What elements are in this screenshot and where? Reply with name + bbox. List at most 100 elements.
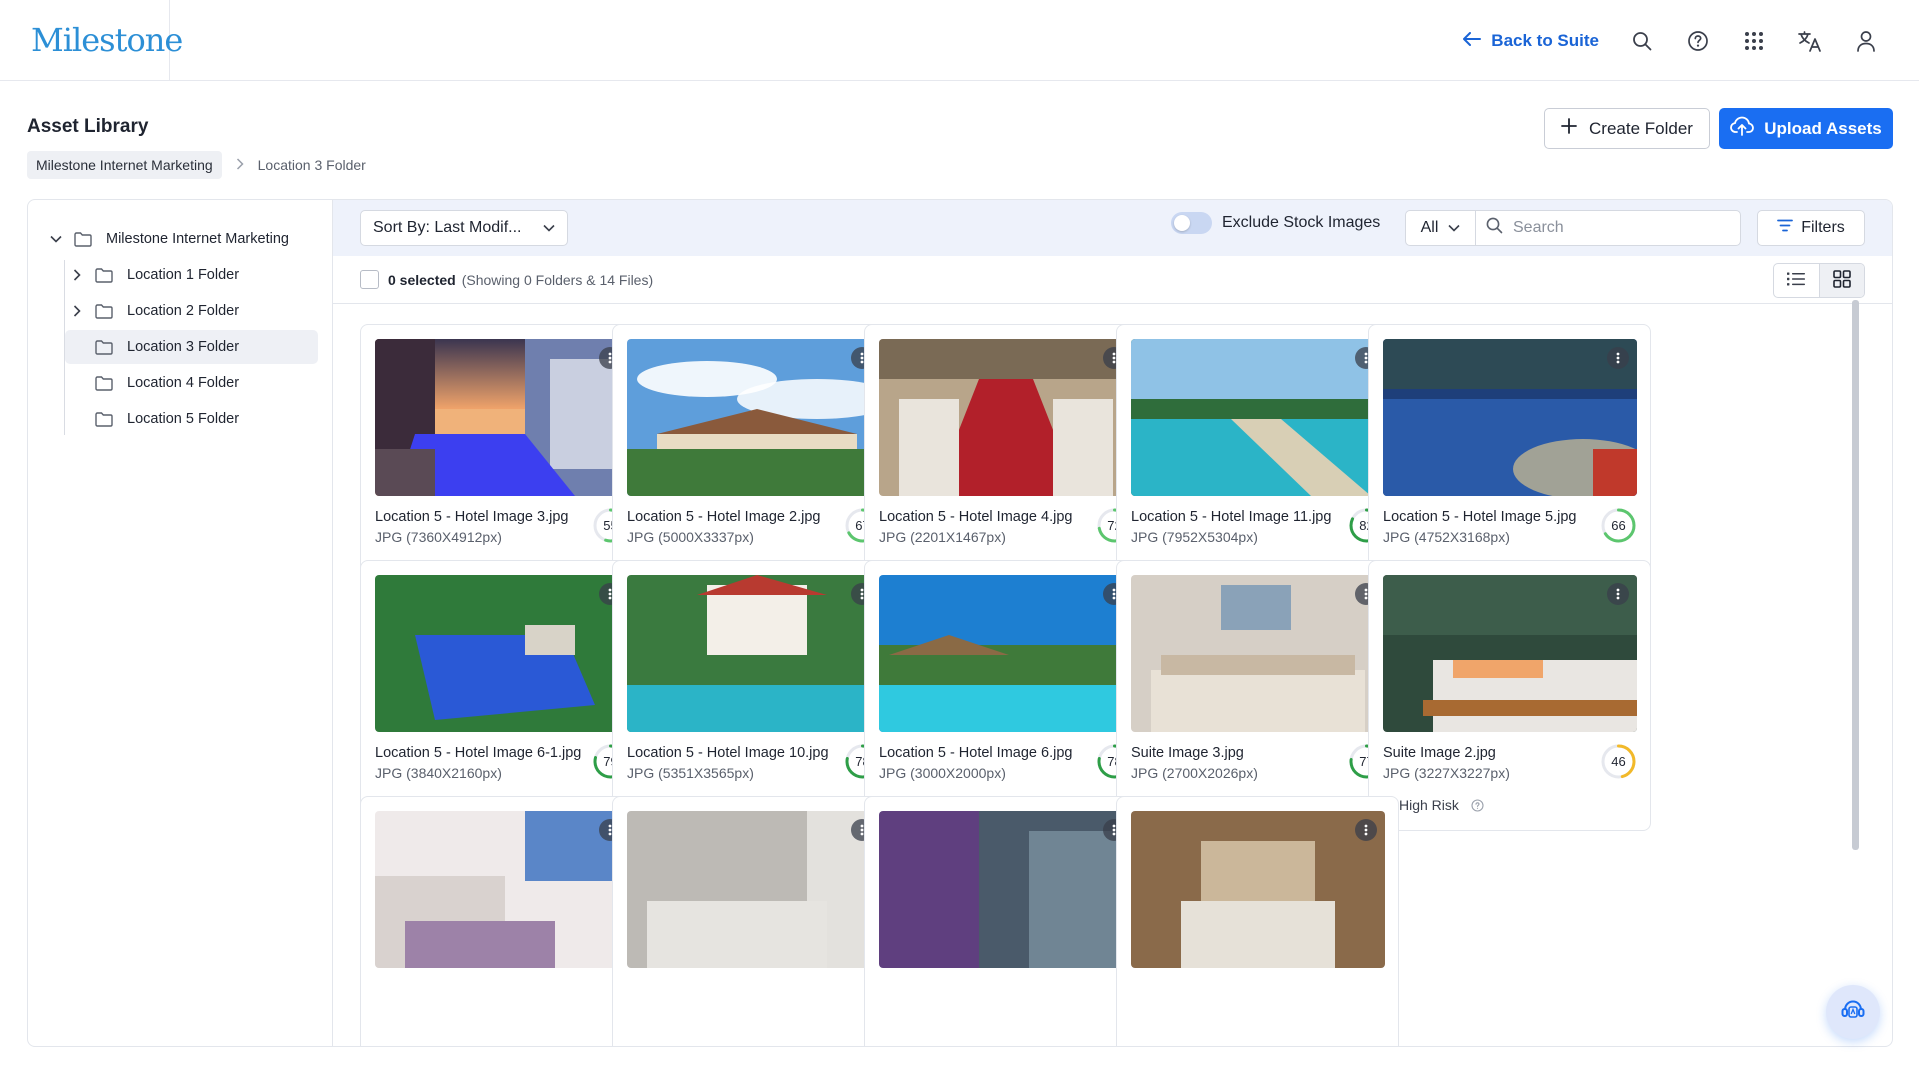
asset-card[interactable]: Suite Image 3.jpgJPG (2700X2026px)77Safe (1116, 560, 1399, 831)
asset-thumbnail[interactable] (627, 339, 881, 496)
asset-thumbnail[interactable] (627, 575, 881, 732)
grid-view-button[interactable] (1818, 264, 1864, 297)
chat-assistant-button[interactable] (1826, 985, 1880, 1039)
asset-meta: JPG (4752X3168px) (1383, 529, 1510, 545)
asset-library-panel: Milestone Internet Marketing Location 1 … (27, 199, 1893, 1047)
list-view-icon (1787, 272, 1806, 289)
asset-card[interactable] (612, 796, 895, 1046)
search-input[interactable] (1513, 219, 1723, 237)
asset-name: Location 5 - Hotel Image 4.jpg (879, 509, 1073, 525)
tree-item-location-2[interactable]: Location 2 Folder (65, 294, 318, 328)
create-folder-label: Create Folder (1589, 118, 1693, 138)
asset-grid: Location 5 - Hotel Image 3.jpg JPG (7360X… (360, 324, 1872, 1046)
chevron-right-icon[interactable] (69, 267, 85, 283)
asset-card[interactable]: Suite Image 2.jpg JPG (3227X3227px) 46 High… (1368, 560, 1651, 831)
more-options-icon[interactable] (1607, 347, 1629, 369)
type-filter-dropdown[interactable]: All (1405, 210, 1476, 246)
tree-item-location-3[interactable]: Location 3 Folder (65, 330, 318, 364)
asset-thumbnail[interactable] (375, 811, 629, 968)
asset-thumbnail[interactable] (1131, 339, 1385, 496)
translate-icon[interactable] (1797, 28, 1823, 54)
chevron-down-icon[interactable] (48, 231, 64, 247)
asset-card[interactable]: Location 5 - Hotel Image 10.jpg JPG (5351… (612, 560, 895, 831)
select-all-checkbox[interactable] (360, 270, 379, 289)
filter-icon (1777, 219, 1794, 237)
asset-meta: JPG (3840X2160px) (375, 765, 502, 781)
asset-thumbnail[interactable] (879, 811, 1133, 968)
asset-meta: JPG (2201X1467px) (879, 529, 1006, 545)
tree-item-label: Location 3 Folder (127, 339, 240, 355)
asset-name: Location 5 - Hotel Image 2.jpg (627, 509, 821, 525)
asset-name: Location 5 - Hotel Image 10.jpg (627, 745, 829, 761)
asset-card[interactable] (1116, 796, 1399, 1046)
apps-grid-icon[interactable] (1741, 28, 1767, 54)
search-icon (1486, 217, 1503, 239)
asset-card[interactable]: Location 5 - Hotel Image 6-1.jpg JPG (384… (360, 560, 643, 831)
tree-item-label: Location 2 Folder (127, 303, 240, 319)
asset-meta: JPG (2700X2026px) (1131, 765, 1258, 781)
tree-item-location-5[interactable]: Location 5 Folder (65, 402, 318, 436)
asset-card[interactable] (864, 796, 1147, 1046)
user-icon[interactable] (1853, 28, 1879, 54)
asset-thumbnail[interactable] (375, 575, 629, 732)
asset-thumbnail[interactable] (1131, 811, 1385, 968)
scrollbar-thumb[interactable] (1852, 300, 1859, 850)
asset-thumbnail[interactable] (1131, 575, 1385, 732)
search-icon[interactable] (1629, 28, 1655, 54)
showing-info: (Showing 0 Folders & 14 Files) (461, 271, 654, 288)
toggle-knob (1174, 215, 1190, 231)
folder-icon (95, 302, 115, 320)
back-to-suite-link[interactable]: Back to Suite (1463, 31, 1599, 51)
asset-card[interactable] (360, 796, 643, 1046)
asset-thumbnail[interactable] (1383, 339, 1637, 496)
filters-button[interactable]: Filters (1757, 210, 1865, 246)
more-options-icon[interactable] (1355, 819, 1377, 841)
sort-label: Sort By: Last Modif... (373, 219, 522, 236)
help-circle-icon[interactable] (1471, 798, 1485, 812)
grid-view-icon (1832, 270, 1851, 291)
tree-item-label: Location 1 Folder (127, 267, 240, 283)
asset-card[interactable]: Location 5 - Hotel Image 5.jpg JPG (4752X… (1368, 324, 1651, 595)
tree-label-root: Milestone Internet Marketing (106, 231, 289, 247)
asset-card[interactable]: Location 5 - Hotel Image 4.jpg JPG (2201X… (864, 324, 1147, 595)
asset-card[interactable]: Location 5 - Hotel Image 11.jpg JPG (7952… (1116, 324, 1399, 595)
asset-thumbnail[interactable] (375, 339, 629, 496)
asset-thumbnail[interactable] (1383, 575, 1637, 732)
breadcrumb-root[interactable]: Milestone Internet Marketing (27, 151, 222, 179)
asset-meta: JPG (5351X3565px) (627, 765, 754, 781)
selected-count: 0 selected (388, 271, 456, 288)
chevron-right-icon (236, 157, 244, 173)
asset-meta: JPG (3227X3227px) (1383, 765, 1510, 781)
sort-dropdown[interactable]: Sort By: Last Modif... (360, 210, 568, 246)
asset-card[interactable]: Location 5 - Hotel Image 6.jpg JPG (3000X… (864, 560, 1147, 831)
create-folder-button[interactable]: Create Folder (1544, 108, 1710, 149)
list-view-button[interactable] (1774, 264, 1819, 297)
top-actions: Back to Suite (1463, 0, 1879, 81)
exclude-stock-label: Exclude Stock Images (1222, 214, 1381, 231)
milestone-logo[interactable]: Milestone (31, 21, 183, 59)
status-label: High Risk (1399, 797, 1459, 813)
grid-scrollbar[interactable] (1852, 300, 1859, 850)
folder-tree: Milestone Internet Marketing Location 1 … (28, 200, 333, 1046)
breadcrumb: Milestone Internet Marketing Location 3 … (27, 151, 366, 179)
tree-item-root[interactable]: Milestone Internet Marketing (28, 222, 332, 256)
folder-icon (95, 266, 115, 284)
tree-item-location-1[interactable]: Location 1 Folder (65, 258, 318, 292)
asset-card[interactable]: Location 5 - Hotel Image 3.jpg JPG (7360X… (360, 324, 643, 595)
upload-assets-button[interactable]: Upload Assets (1719, 108, 1893, 149)
asset-thumbnail[interactable] (879, 575, 1133, 732)
more-options-icon[interactable] (1607, 583, 1629, 605)
asset-thumbnail[interactable] (627, 811, 881, 968)
folder-icon (74, 230, 94, 248)
asset-name: Location 5 - Hotel Image 6.jpg (879, 745, 1073, 761)
selection-bar: 0 selected (Showing 0 Folders & 14 Files… (333, 256, 1892, 304)
help-icon[interactable] (1685, 28, 1711, 54)
tree-item-location-4[interactable]: Location 4 Folder (65, 366, 318, 400)
cloud-upload-icon (1730, 116, 1755, 141)
tree-item-label: Location 5 Folder (127, 411, 240, 427)
chevron-right-icon[interactable] (69, 303, 85, 319)
exclude-stock-toggle[interactable] (1171, 212, 1212, 234)
asset-name: Suite Image 2.jpg (1383, 745, 1496, 761)
asset-thumbnail[interactable] (879, 339, 1133, 496)
asset-card[interactable]: Location 5 - Hotel Image 2.jpg JPG (5000X… (612, 324, 895, 595)
